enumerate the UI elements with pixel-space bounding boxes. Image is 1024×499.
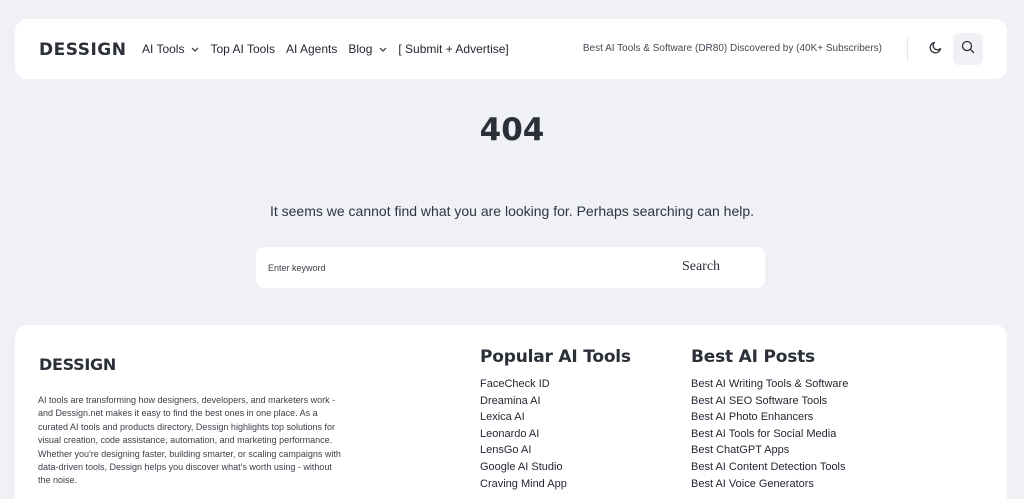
footer-link[interactable]: Best ChatGPT Apps — [691, 442, 848, 459]
nav-item-ai-tools[interactable]: AI Tools — [142, 42, 199, 56]
footer-link[interactable]: Lexica AI — [480, 409, 631, 426]
nav-item-label: Top AI Tools — [210, 42, 275, 56]
footer-link-list: FaceCheck ID Dreamina AI Lexica AI Leona… — [480, 376, 631, 492]
nav-item-label: Blog — [348, 42, 373, 56]
nav-item-top-ai-tools[interactable]: Top AI Tools — [210, 42, 275, 56]
footer-column-best-ai-posts: Best AI Posts Best AI Writing Tools & So… — [691, 347, 848, 492]
footer-link[interactable]: Google AI Studio — [480, 459, 631, 476]
search-form: Search — [256, 247, 765, 288]
error-code: 404 — [479, 112, 545, 148]
footer-logo[interactable]: DESSIGN — [39, 355, 116, 374]
footer-link[interactable]: Craving Mind App — [480, 476, 631, 493]
footer-link[interactable]: Dreamina AI — [480, 393, 631, 410]
nav-item-label: [ Submit + Advertise] — [398, 42, 509, 56]
footer-link-list: Best AI Writing Tools & Software Best AI… — [691, 376, 848, 492]
site-logo[interactable]: DESSIGN — [39, 40, 126, 60]
footer-link[interactable]: Best AI Content Detection Tools — [691, 459, 848, 476]
chevron-down-icon — [379, 47, 387, 52]
footer-column-title: Popular AI Tools — [480, 347, 631, 367]
search-input[interactable] — [268, 257, 648, 278]
search-button[interactable]: Search — [666, 255, 736, 279]
nav-item-blog[interactable]: Blog — [348, 42, 387, 56]
footer-description: AI tools are transforming how designers,… — [38, 395, 341, 486]
search-icon — [961, 40, 975, 59]
footer-column-popular-ai-tools: Popular AI Tools FaceCheck ID Dreamina A… — [480, 347, 631, 492]
site-footer: DESSIGN AI tools are transforming how de… — [15, 325, 1007, 499]
error-message: It seems we cannot find what you are loo… — [269, 203, 755, 219]
footer-link[interactable]: Leonardo AI — [480, 426, 631, 443]
nav-item-ai-agents[interactable]: AI Agents — [286, 42, 337, 56]
footer-link[interactable]: Best AI Writing Tools & Software — [691, 376, 848, 393]
chevron-down-icon — [191, 47, 199, 52]
footer-link[interactable]: Best AI Tools for Social Media — [691, 426, 848, 443]
nav-item-label: AI Tools — [142, 42, 185, 56]
moon-icon — [929, 40, 943, 59]
theme-toggle-button[interactable] — [921, 33, 951, 65]
footer-column-title: Best AI Posts — [691, 347, 815, 367]
header-search-button[interactable] — [953, 33, 983, 65]
nav-item-label: AI Agents — [285, 42, 338, 56]
footer-link[interactable]: LensGo AI — [480, 442, 631, 459]
main-nav: AI Tools Top AI Tools AI Agents Blog [ S… — [142, 19, 520, 79]
footer-link[interactable]: Best AI Voice Generators — [691, 476, 848, 493]
footer-link[interactable]: Best AI SEO Software Tools — [691, 393, 848, 410]
header-divider — [907, 38, 908, 62]
header-tagline: Best AI Tools & Software (DR80) Discover… — [582, 43, 882, 54]
site-header: DESSIGN AI Tools Top AI Tools AI Agents … — [15, 19, 1007, 79]
nav-item-submit-advertise[interactable]: [ Submit + Advertise] — [398, 42, 508, 56]
footer-link[interactable]: Best AI Photo Enhancers — [691, 409, 848, 426]
footer-link[interactable]: FaceCheck ID — [480, 376, 631, 393]
